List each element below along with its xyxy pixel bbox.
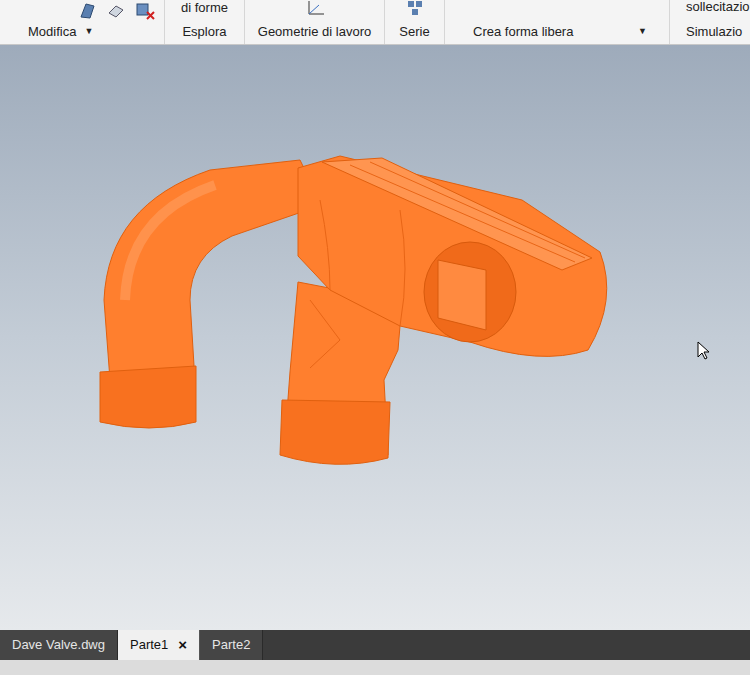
- document-tab[interactable]: Parte1 ×: [118, 630, 200, 660]
- panel-label: Geometrie di lavoro: [258, 22, 371, 42]
- dropdown-arrow[interactable]: ▼: [84, 25, 93, 39]
- panel-label: Simulazio: [686, 22, 750, 42]
- tab-label: Dave Valve.dwg: [12, 635, 105, 655]
- ribbon-panel[interactable]: Crea forma libera ▼: [445, 0, 670, 44]
- part-model[interactable]: [0, 45, 750, 630]
- cursor-icon: [697, 341, 711, 361]
- close-tab-button[interactable]: ×: [178, 634, 187, 657]
- delete-face-icon[interactable]: [134, 2, 156, 20]
- ribbon-panel[interactable]: di forme Esplora: [165, 0, 245, 44]
- document-tab[interactable]: Dave Valve.dwg: [0, 630, 118, 660]
- ribbon-panel[interactable]: Serie: [385, 0, 445, 44]
- tool-label[interactable]: di forme: [181, 0, 228, 18]
- panel-label: Crea forma libera: [473, 22, 573, 42]
- app-window: Modifica ▼ di forme Esplora Geometrie di…: [0, 0, 750, 675]
- ribbon-panel[interactable]: Modifica ▼: [0, 0, 165, 44]
- shell-icon[interactable]: [78, 2, 98, 20]
- ribbon-panel[interactable]: Geometrie di lavoro: [245, 0, 385, 44]
- panel-label: Modifica: [28, 22, 76, 42]
- axis-icon[interactable]: [304, 0, 326, 16]
- pattern-icon[interactable]: [405, 0, 425, 16]
- dropdown-arrow[interactable]: ▼: [638, 25, 647, 39]
- ribbon-panel[interactable]: sollecitazio Simulazio: [670, 0, 750, 44]
- tab-label: Parte1: [130, 635, 168, 655]
- document-tab[interactable]: Parte2: [200, 630, 263, 660]
- ribbon: Modifica ▼ di forme Esplora Geometrie di…: [0, 0, 750, 45]
- graphics-viewport[interactable]: [0, 45, 750, 630]
- eraser-icon[interactable]: [106, 2, 126, 20]
- panel-label: Serie: [399, 22, 429, 42]
- tool-label[interactable]: sollecitazio: [686, 0, 750, 17]
- panel-label: Esplora: [182, 22, 226, 42]
- tab-label: Parte2: [212, 635, 250, 655]
- status-strip: [0, 660, 750, 675]
- document-tab-bar: Dave Valve.dwg Parte1 × Parte2: [0, 630, 750, 660]
